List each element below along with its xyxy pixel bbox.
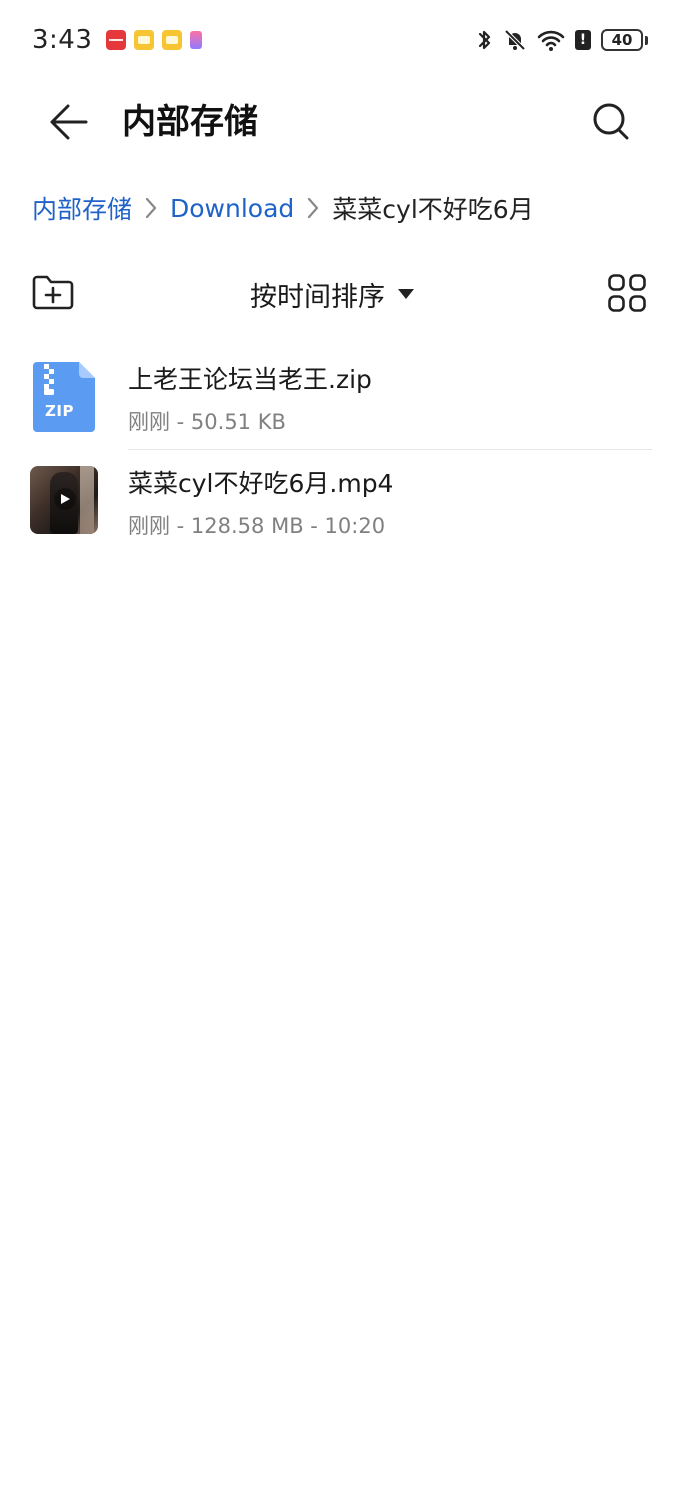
mute-icon xyxy=(503,28,527,52)
folder-notification-icon xyxy=(162,30,183,50)
zip-file-icon: ZIP xyxy=(30,362,98,432)
video-thumbnail-image xyxy=(30,466,98,534)
file-name: 菜菜cyl不好吃6月.mp4 xyxy=(128,469,394,498)
play-icon xyxy=(54,488,76,510)
status-left: 3:43 xyxy=(32,25,203,55)
back-arrow-icon xyxy=(50,104,88,140)
status-bar: 3:43 ! 40 xyxy=(0,0,680,80)
sort-label: 按时间排序 xyxy=(250,281,385,313)
grid-view-button[interactable] xyxy=(606,272,648,314)
folder-notification-icon xyxy=(134,30,155,50)
title-bar: 内部存储 xyxy=(0,80,680,164)
zip-type-label: ZIP xyxy=(45,402,74,420)
sort-dropdown[interactable]: 按时间排序 xyxy=(250,270,415,318)
thumbnail-background xyxy=(80,466,94,534)
breadcrumb-current-folder: 菜菜cyl不好吃6月 xyxy=(332,195,534,224)
huawei-app-icon xyxy=(106,30,127,50)
battery-icon: 40 xyxy=(601,29,648,51)
breadcrumb-internal-storage[interactable]: 内部存储 xyxy=(32,190,132,226)
battery-level: 40 xyxy=(601,29,643,51)
page-title: 内部存储 xyxy=(122,102,258,142)
file-row-video[interactable]: 菜菜cyl不好吃6月.mp4 刚刚 - 128.58 MB - 10:20 xyxy=(0,450,680,554)
file-meta: 刚刚 - 128.58 MB - 10:20 xyxy=(128,514,386,538)
file-row-zip[interactable]: ZIP 上老王论坛当老王.zip 刚刚 - 50.51 KB xyxy=(0,346,680,450)
back-button[interactable] xyxy=(40,98,96,146)
file-list: ZIP 上老王论坛当老王.zip 刚刚 - 50.51 KB 菜菜cyl不好吃6… xyxy=(0,346,680,554)
search-icon xyxy=(593,103,629,140)
breadcrumb: 内部存储 Download 菜菜cyl不好吃6月 xyxy=(32,186,534,230)
file-name: 上老王论坛当老王.zip xyxy=(128,365,372,394)
file-meta: 刚刚 - 50.51 KB xyxy=(128,410,286,434)
search-button[interactable] xyxy=(584,96,640,148)
toolbar: 按时间排序 xyxy=(0,264,680,324)
new-folder-button[interactable] xyxy=(30,272,76,312)
video-thumbnail xyxy=(30,466,98,536)
status-time: 3:43 xyxy=(32,25,93,55)
new-folder-icon xyxy=(32,275,74,310)
grid-view-icon xyxy=(608,274,646,312)
caret-down-icon xyxy=(398,289,414,299)
battery-tip xyxy=(645,35,648,45)
alert-icon: ! xyxy=(575,30,591,50)
file-manager-screen: 3:43 ! 40 内部存储 内部存储 Download 菜菜cyl不好吃6月 … xyxy=(0,0,680,1500)
breadcrumb-download[interactable]: Download xyxy=(170,194,294,223)
chevron-right-icon xyxy=(144,196,158,220)
chevron-right-icon xyxy=(306,196,320,220)
app-notification-icon xyxy=(190,31,203,49)
wifi-icon xyxy=(537,28,565,52)
status-right: ! 40 xyxy=(477,28,648,52)
bluetooth-icon xyxy=(477,28,493,52)
